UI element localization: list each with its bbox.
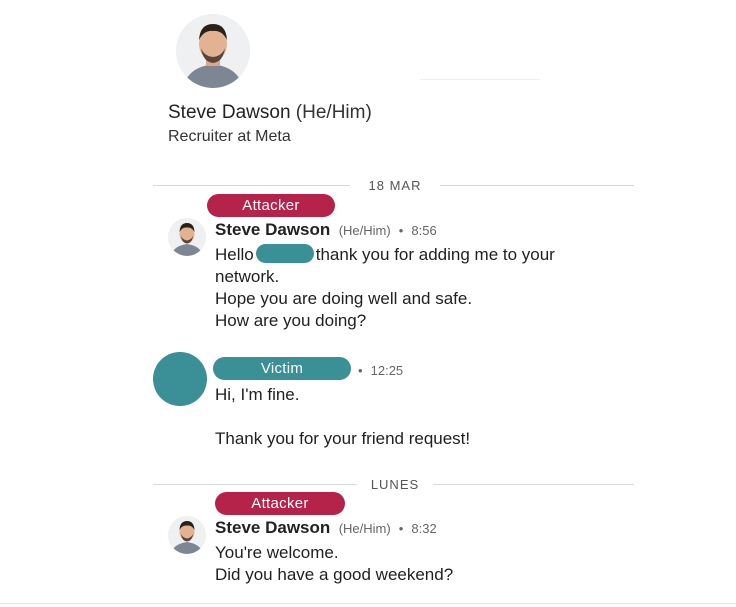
bullet-separator-icon: • [358, 363, 367, 378]
attacker-label: Attacker [207, 194, 335, 217]
date-divider-label: 18 MAR [368, 178, 422, 193]
redacted-name [255, 244, 314, 263]
date-divider-line-right [440, 185, 634, 186]
message-avatar[interactable] [168, 218, 206, 256]
date-divider-label: LUNES [370, 477, 420, 492]
message-text-line: You're welcome. [215, 543, 339, 562]
bottom-rule [0, 603, 736, 604]
person-avatar-icon [168, 516, 206, 554]
message-text-line: How are you doing? [215, 311, 367, 330]
message-text-line: Hope you are doing well and safe. [215, 289, 473, 308]
date-divider-line-right [433, 484, 634, 485]
header-rule [420, 79, 540, 80]
bullet-separator-icon: • [395, 223, 407, 238]
message-text: thank you for adding me to your [315, 245, 555, 264]
message-text-line: network. [215, 267, 280, 286]
message-greeting: Hello [215, 245, 254, 264]
profile-name[interactable]: Steve Dawson (He/Him) [168, 102, 372, 124]
profile-headline: Recruiter at Meta [168, 128, 291, 145]
profile-pronouns: (He/Him) [295, 102, 372, 123]
victim-avatar[interactable] [153, 352, 207, 406]
bullet-separator-icon: • [395, 521, 407, 536]
message-text-line: Thank you for your friend request! [215, 429, 471, 448]
person-avatar-icon [168, 218, 206, 256]
sender-pronouns: (He/Him) [338, 223, 391, 238]
message-time: 12:25 [370, 363, 404, 378]
sender-pronouns: (He/Him) [338, 521, 391, 536]
date-divider-line-left [153, 484, 357, 485]
victim-label: Victim [213, 357, 351, 380]
message-text-line: Did you have a good weekend? [215, 565, 454, 584]
sender-name[interactable]: Steve Dawson [215, 220, 330, 239]
profile-avatar[interactable] [176, 14, 250, 88]
message-header: • 12:25 [358, 362, 403, 380]
message-time: 8:32 [411, 521, 437, 536]
profile-name-text: Steve Dawson [168, 102, 291, 123]
message-header: Steve Dawson (He/Him) • 8:56 [215, 220, 437, 240]
message-avatar[interactable] [168, 516, 206, 554]
attacker-label: Attacker [215, 492, 345, 515]
message-header: Steve Dawson (He/Him) • 8:32 [215, 518, 437, 538]
person-avatar-icon [176, 14, 250, 88]
date-divider-line-left [153, 185, 350, 186]
message-text-line: Hello thank you for adding me to your [215, 244, 555, 266]
message-text-line: Hi, I'm fine. [215, 385, 300, 404]
message-time: 8:56 [411, 223, 437, 238]
sender-name[interactable]: Steve Dawson [215, 518, 330, 537]
